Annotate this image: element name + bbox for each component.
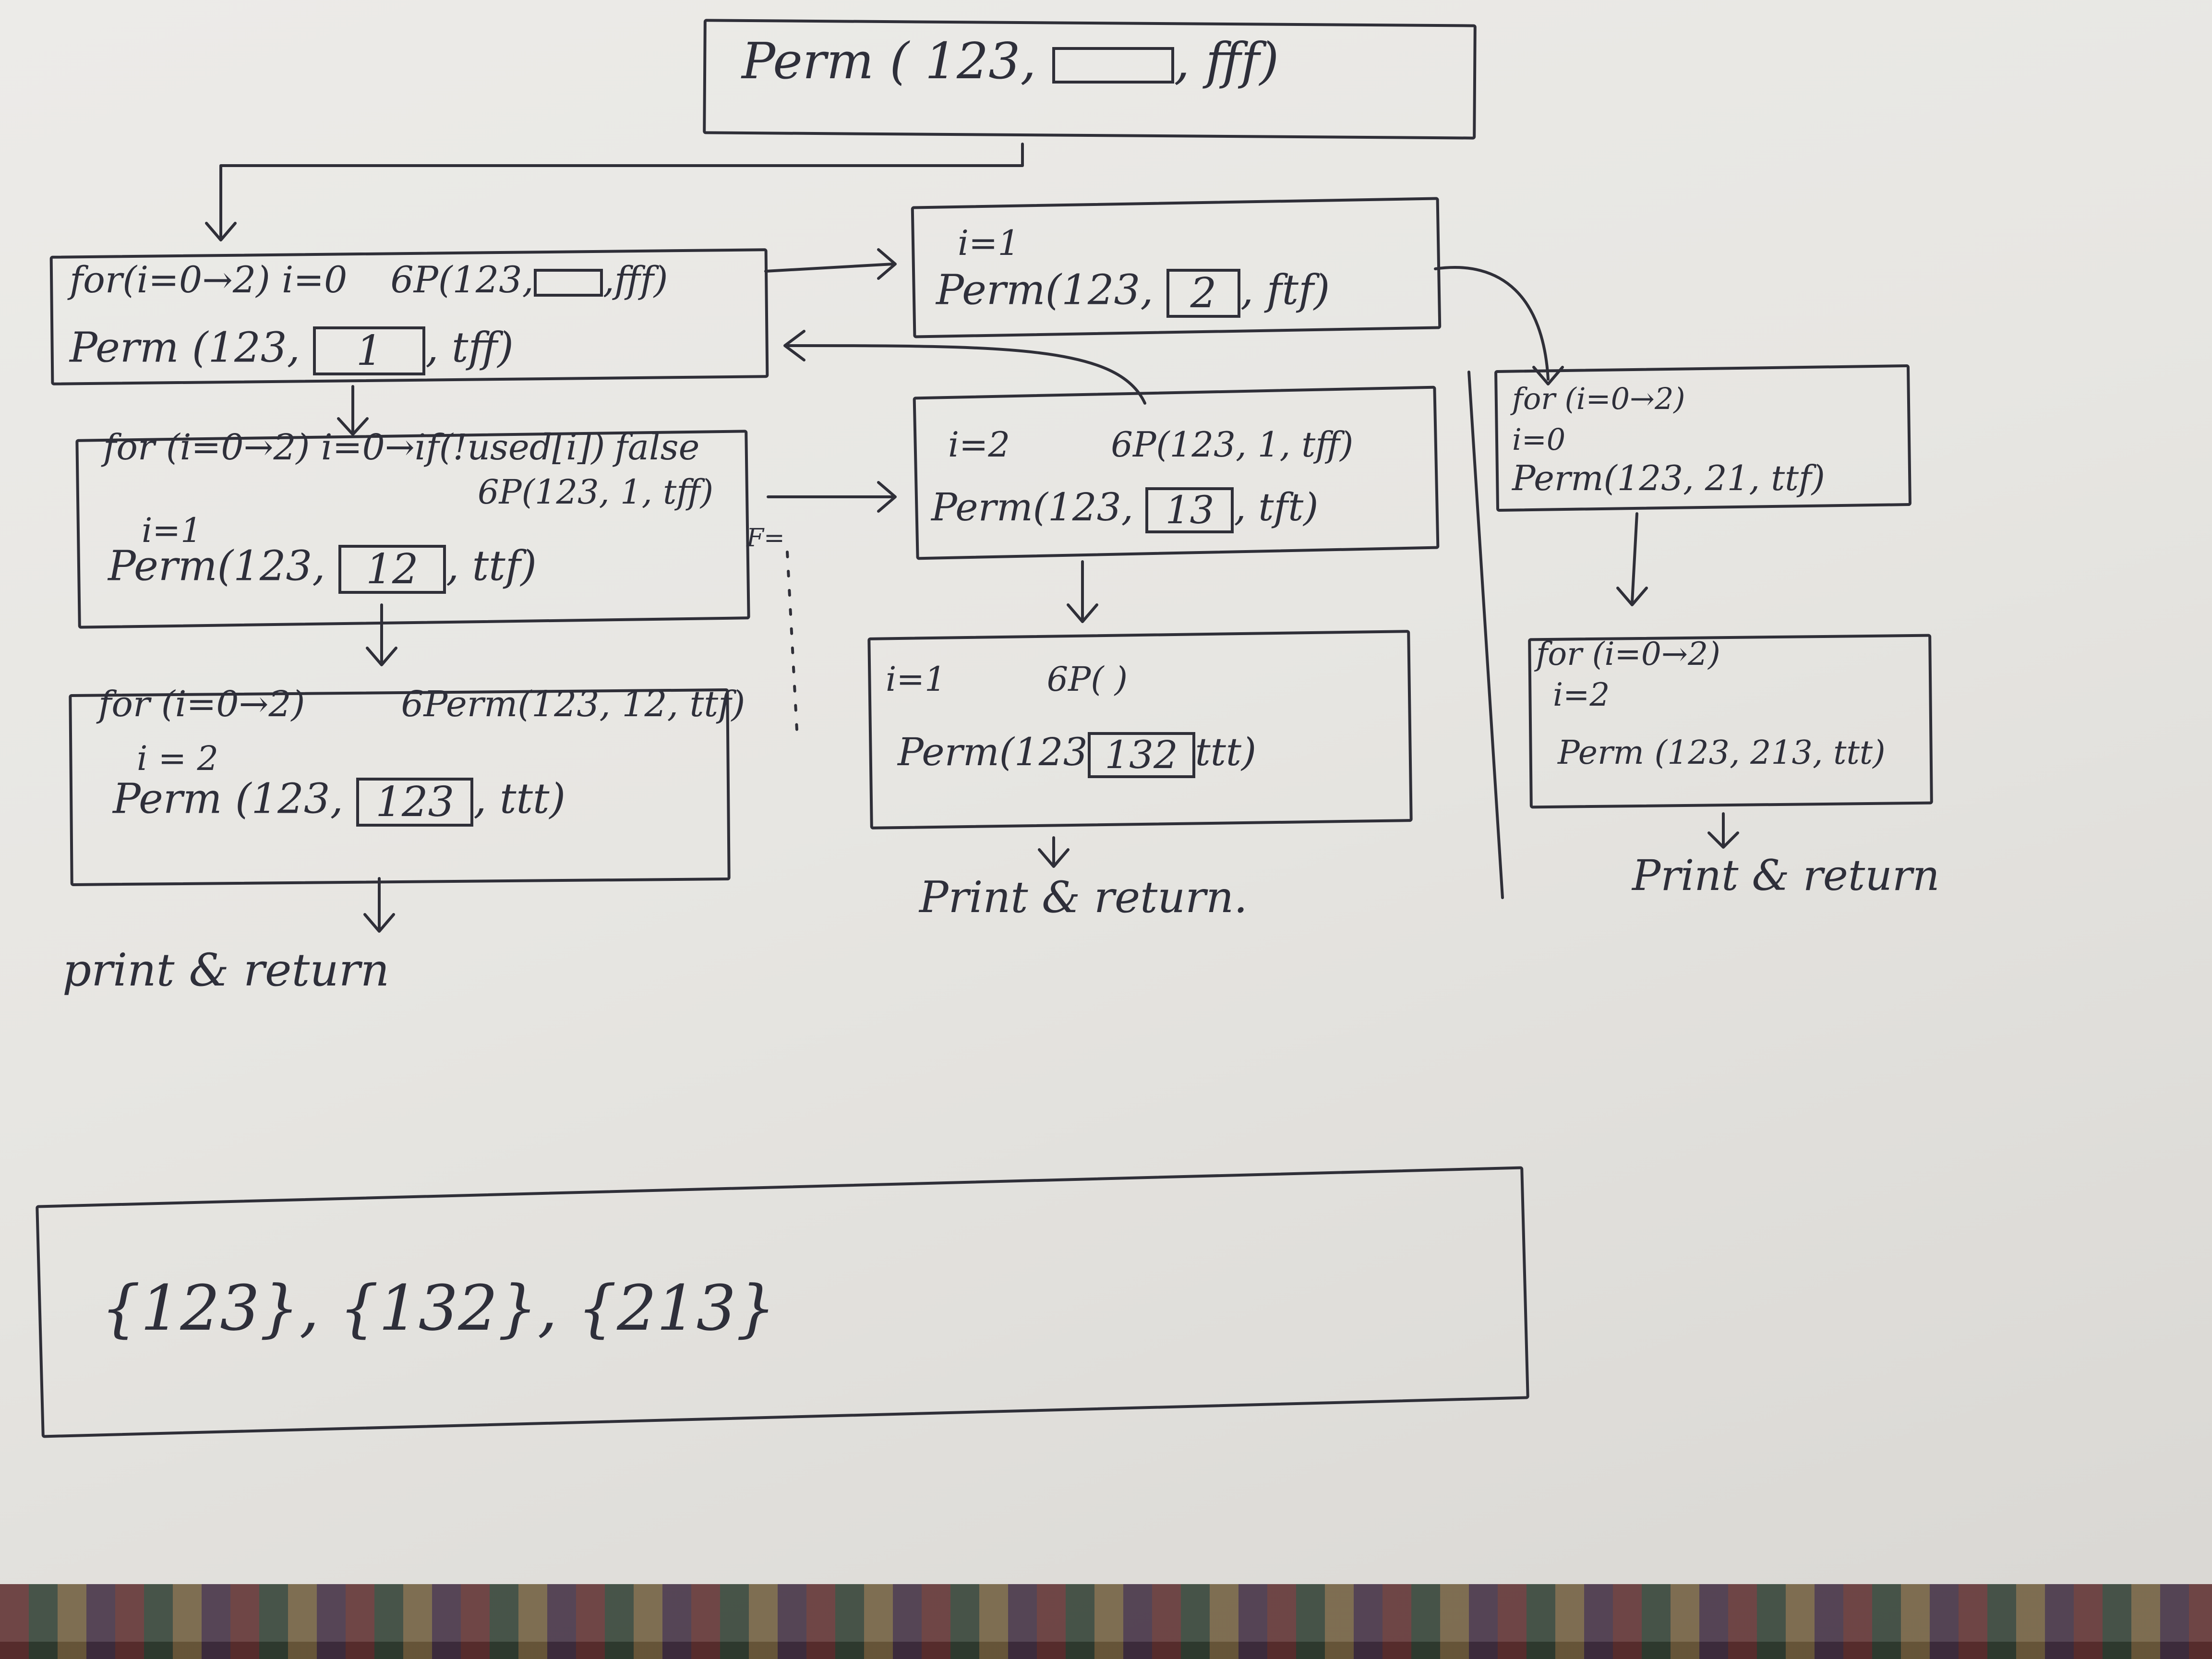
middle-box-3-perm: Perm(123	[898, 730, 1088, 774]
middle-box-1-line-2: Perm(123, 2, ftf)	[936, 269, 1330, 318]
left-box-1-flags: ,fff)	[602, 258, 668, 301]
left-box-3-call: 6Perm(123, 12, ttf)	[401, 684, 745, 725]
middle-box-3-line-1: i=1 6P( )	[886, 662, 1128, 696]
left-box-1-empty-box	[533, 269, 603, 297]
left-box-3-line-2: i = 2	[137, 739, 219, 778]
left-box-3-loop: for (i=0→2)	[98, 684, 305, 725]
middle-box-2-boxed-value: 13	[1145, 487, 1234, 533]
middle-box-3-line-2: Perm(123 132 ttt)	[898, 732, 1256, 778]
middle-box-2-index: i=2	[948, 424, 1010, 465]
root-prefix: Perm ( 123,	[742, 32, 1052, 90]
left-box-3-perm-flags: , ttt)	[473, 775, 566, 823]
middle-box-1-line-1: i=1	[958, 223, 1020, 263]
left-box-3-perm: Perm (123,	[113, 775, 357, 823]
middle-box-2	[913, 385, 1440, 560]
dotted-connector	[786, 551, 798, 731]
middle-box-2-line-1: i=2 6P(123, 1, tff)	[948, 427, 1353, 462]
middle-box-1-flags: , ftf)	[1240, 266, 1330, 314]
root-empty-box	[1052, 47, 1174, 84]
right-result-text: Print & return	[1632, 851, 1940, 900]
left-box-1-boxed-value: 1	[313, 326, 426, 376]
right-box-1-line-2: i=0	[1512, 422, 1566, 457]
right-box-1-line-1: for (i=0→2)	[1512, 381, 1685, 416]
left-box-3-boxed-value: 123	[356, 778, 474, 827]
right-box-2-line-2: i=2	[1553, 676, 1610, 713]
left-result-text: print & return	[62, 944, 390, 997]
middle-box-3-index: i=1	[886, 660, 946, 699]
middle-f-mark: F=	[746, 524, 785, 553]
right-box-2-line-3: Perm (123, 213, ttt)	[1558, 734, 1886, 772]
arrow-b1-to-mid1	[764, 263, 894, 273]
left-box-1-line-1: for(i=0→2) i=0 6P(123, ,fff)	[70, 262, 668, 298]
left-box-2-false: false	[614, 427, 700, 468]
arrow-root-to-b1	[219, 143, 1024, 239]
middle-box-2-call: 6P(123, 1, tff)	[1111, 424, 1354, 465]
left-box-2-line-4: Perm(123, 12, ttf)	[108, 545, 537, 594]
middle-box-1-boxed-value: 2	[1166, 269, 1240, 318]
middle-box-1-perm: Perm(123,	[936, 266, 1166, 314]
arrow-mid1-to-right1	[1434, 265, 1550, 381]
root-call-text: Perm ( 123, , fff)	[742, 36, 1279, 86]
middle-box-2-perm: Perm(123,	[931, 485, 1146, 529]
middle-box-3-call: 6P( )	[1046, 660, 1128, 699]
left-box-2-perm: Perm(123,	[108, 542, 338, 590]
left-box-3-line-1: for (i=0→2) 6Perm(123, 12, ttf)	[98, 686, 745, 722]
left-box-1-perm-flags: , tff)	[425, 324, 514, 372]
middle-box-2-flags: , tft)	[1234, 485, 1319, 529]
left-box-3-line-3: Perm (123, 123, ttt)	[113, 778, 565, 827]
left-box-2-perm-flags: , ttf)	[445, 542, 537, 590]
left-box-1-loop: for(i=0→2) i=0	[70, 258, 348, 301]
middle-result-text: Print & return.	[919, 872, 1248, 923]
right-box-2-line-1: for (i=0→2)	[1536, 636, 1720, 673]
left-box-2-line-2: 6P(123, 1, tff)	[478, 472, 714, 512]
left-box-1-call: 6P(123,	[390, 258, 534, 301]
left-box-2-loop: for (i=0→2) i=0→if(!used[i])	[103, 427, 605, 468]
left-box-2-line-1: for (i=0→2) i=0→if(!used[i]) false	[103, 430, 699, 465]
left-box-1-line-2: Perm (123, 1, tff)	[70, 324, 514, 376]
right-box-1-line-3: Perm(123, 21, ttf)	[1512, 458, 1825, 498]
middle-box-2-line-2: Perm(123, 13, tft)	[931, 487, 1318, 533]
arrow-right1-to-right2	[1631, 512, 1638, 604]
middle-box-3-flags: ttt)	[1195, 730, 1257, 774]
root-suffix: , fff)	[1174, 32, 1279, 90]
final-result-text: {123}, {132}, {213}	[101, 1272, 776, 1345]
left-box-2-boxed-value: 12	[338, 545, 446, 594]
middle-box-3-boxed-value: 132	[1087, 732, 1195, 778]
left-box-1-perm: Perm (123,	[70, 324, 313, 372]
